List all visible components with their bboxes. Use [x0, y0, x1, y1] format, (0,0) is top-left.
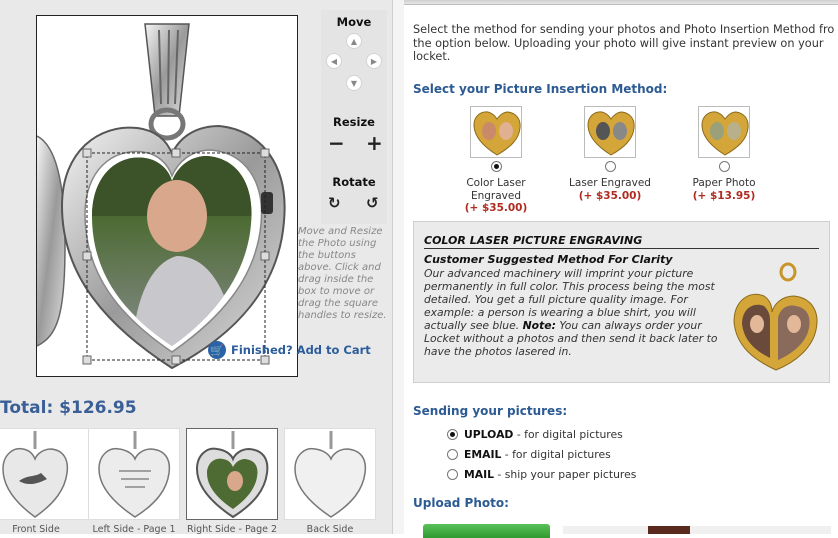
move-right-icon[interactable]: ▶: [367, 54, 381, 68]
send-option-mail[interactable]: MAIL - ship your paper pictures: [447, 467, 636, 481]
order-total: Total: $126.95: [0, 398, 137, 418]
method-price: (+ $35.00): [464, 202, 528, 214]
options-panel: Select the method for sending your photo…: [404, 0, 838, 538]
move-up-icon[interactable]: ▲: [347, 34, 361, 48]
method-name: Paper Photo: [692, 177, 756, 189]
locket-preview[interactable]: [36, 15, 298, 377]
send-option-upload[interactable]: UPLOAD - for digital pictures: [447, 427, 623, 441]
send-option-key: EMAIL: [464, 447, 502, 461]
shrink-icon[interactable]: −: [328, 133, 345, 153]
rotate-title: Rotate: [332, 175, 376, 189]
move-left-icon[interactable]: ◀: [327, 54, 341, 68]
method-name: Color Laser Engraved: [466, 177, 526, 202]
thumbnail-left-side[interactable]: [88, 428, 180, 520]
color-laser-locket-image: [470, 106, 522, 158]
engraving-title: COLOR LASER PICTURE ENGRAVING: [424, 234, 819, 249]
sending-heading: Sending your pictures:: [413, 404, 568, 418]
locket-image: [37, 23, 286, 370]
upload-heading: Upload Photo:: [413, 496, 509, 510]
insertion-method-heading: Select your Picture Insertion Method:: [413, 82, 668, 96]
send-option-key: MAIL: [464, 467, 494, 481]
resize-title: Resize: [333, 115, 375, 129]
engraving-description: Our advanced machinery will imprint your…: [424, 267, 719, 358]
note-label: Note:: [522, 319, 556, 332]
paper-photo-locket-image: [698, 106, 750, 158]
thumbnail-label: Front Side: [12, 524, 60, 535]
gold-locket-image: [733, 262, 818, 371]
thumbnail-label: Right Side - Page 2: [186, 524, 278, 535]
method-price: (+ $13.95): [692, 189, 756, 202]
send-radio[interactable]: [447, 469, 458, 480]
finish-label: Finished? Add to Cart: [231, 343, 371, 357]
method-price: (+ $35.00): [578, 189, 642, 202]
move-down-icon[interactable]: ▼: [347, 76, 361, 90]
method-radio[interactable]: [490, 161, 502, 172]
laser-engraved-locket-image: [584, 106, 636, 158]
send-option-desc: - ship your paper pictures: [494, 467, 637, 481]
method-name: Laser Engraved: [569, 177, 651, 189]
send-option-key: UPLOAD: [464, 427, 514, 441]
intro-text: Select the method for sending your photo…: [413, 23, 835, 63]
method-paper-photo[interactable]: Paper Photo (+ $13.95): [669, 106, 779, 202]
editor-controls: Move ▲ ◀ ▶ ▼ Resize − + Rotate ↻ ↺: [321, 10, 387, 224]
method-radio[interactable]: [604, 161, 616, 172]
move-title: Move: [336, 15, 372, 29]
rotate-left-icon[interactable]: ↺: [366, 194, 379, 212]
send-radio[interactable]: [447, 449, 458, 460]
cart-icon: 🛒: [208, 341, 226, 359]
engraving-info-box: COLOR LASER PICTURE ENGRAVING Customer S…: [413, 221, 830, 383]
thumbnail-label: Back Side: [306, 524, 354, 535]
upload-photo-button[interactable]: [423, 524, 550, 538]
thumbnail-front-side[interactable]: [0, 428, 90, 520]
send-option-desc: - for digital pictures: [501, 447, 611, 461]
enlarge-icon[interactable]: +: [366, 133, 383, 153]
thumbnail-label: Left Side - Page 1: [92, 524, 176, 535]
editor-panel: Move ▲ ◀ ▶ ▼ Resize − + Rotate ↻ ↺ Move …: [0, 0, 392, 535]
thumbnail-right-side[interactable]: [186, 428, 278, 520]
engraving-subtitle: Customer Suggested Method For Clarity: [424, 253, 673, 266]
method-laser-engraved[interactable]: Laser Engraved (+ $35.00): [555, 106, 665, 202]
send-option-desc: - for digital pictures: [513, 427, 623, 441]
method-color-laser[interactable]: Color Laser Engraved (+ $35.00): [441, 106, 551, 215]
thumbnail-back-side[interactable]: [284, 428, 376, 520]
finish-add-to-cart-button[interactable]: 🛒 Finished? Add to Cart: [208, 341, 371, 359]
rotate-right-icon[interactable]: ↻: [328, 194, 341, 212]
method-radio[interactable]: [718, 161, 730, 172]
uploaded-photo-preview: [563, 526, 831, 534]
editor-help-text: Move and Resize the Photo using the butt…: [298, 226, 387, 321]
panel-divider: [392, 0, 404, 534]
send-option-email[interactable]: EMAIL - for digital pictures: [447, 447, 611, 461]
send-radio[interactable]: [447, 429, 458, 440]
